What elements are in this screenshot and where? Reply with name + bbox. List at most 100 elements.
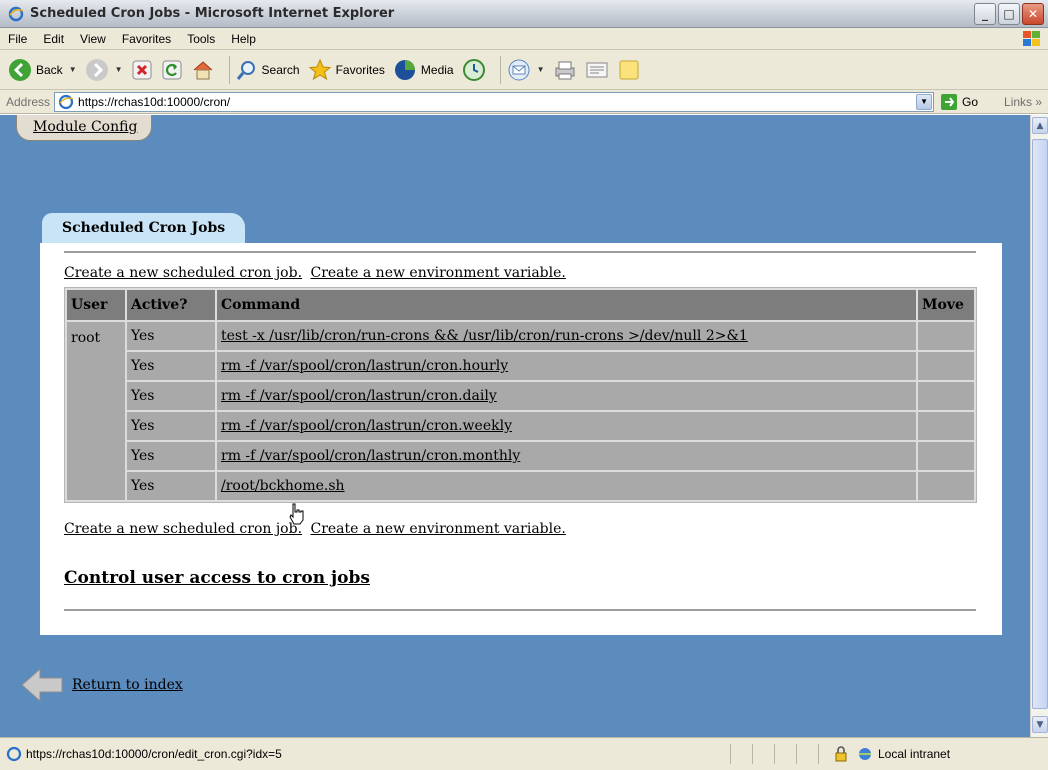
status-divider [818,744,819,764]
table-row: Yes rm -f /var/spool/cron/lastrun/cron.h… [67,352,974,380]
command-link[interactable]: rm -f /var/spool/cron/lastrun/cron.month… [221,448,520,464]
media-icon [394,59,415,80]
table-row: Yes /root/bckhome.sh [67,472,974,500]
back-button[interactable]: Back ▼ [8,58,77,82]
scroll-thumb[interactable] [1032,139,1048,709]
refresh-icon [162,60,182,79]
status-divider [796,744,797,764]
stop-button[interactable] [131,59,153,81]
menu-view[interactable]: View [72,32,114,46]
media-label: Media [420,62,454,77]
header-command: Command [217,290,916,320]
favorites-label: Favorites [335,62,385,77]
page-icon [58,94,74,109]
active-cell: Yes [127,352,215,380]
return-to-index[interactable]: Return to index [20,665,183,705]
security-zone: Local intranet [834,746,950,762]
go-arrow-icon [941,93,958,110]
command-link[interactable]: rm -f /var/spool/cron/lastrun/cron.weekl… [221,418,512,434]
chevron-down-icon[interactable]: ▼ [916,93,933,110]
command-cell: rm -f /var/spool/cron/lastrun/cron.weekl… [217,412,916,440]
scroll-down-icon[interactable]: ▼ [1032,716,1048,733]
go-button[interactable]: Go [940,93,978,111]
divider [64,251,976,253]
maximize-button[interactable]: □ [998,3,1020,25]
edit-button[interactable] [585,58,609,82]
table-row: Yes rm -f /var/spool/cron/lastrun/cron.d… [67,382,974,410]
forward-button[interactable]: ▼ [85,58,123,82]
header-active: Active? [127,290,215,320]
status-bar: https://rchas10d:10000/cron/edit_cron.cg… [0,737,1048,770]
search-icon [236,60,255,80]
create-env-var-link[interactable]: Create a new environment variable. [310,521,565,537]
home-icon [193,60,212,79]
links-label: Links [1004,94,1033,109]
home-button[interactable] [191,58,215,82]
toolbar-separator [228,55,230,84]
menu-bar: File Edit View Favorites Tools Help [0,28,1048,50]
move-cell [918,322,974,350]
lock-icon [835,746,847,762]
section-tab: Scheduled Cron Jobs [42,213,246,243]
command-cell: test -x /usr/lib/cron/run-crons && /usr/… [217,322,916,350]
address-bar: Address https://rchas10d:10000/cron/ ▼ G… [0,90,1048,114]
back-arrow-icon [9,58,31,81]
menu-file[interactable]: File [0,32,35,46]
mail-icon [508,59,530,80]
header-move: Move [918,290,974,320]
chevron-down-icon[interactable]: ▼ [69,65,77,74]
page-icon [6,746,22,762]
create-cron-job-link[interactable]: Create a new scheduled cron job. [64,521,302,537]
window-controls: _ □ ✕ [974,3,1044,25]
create-cron-job-link[interactable]: Create a new scheduled cron job. [64,265,302,281]
active-cell: Yes [127,412,215,440]
command-link[interactable]: rm -f /var/spool/cron/lastrun/cron.hourl… [221,358,508,374]
windows-logo-icon [1023,31,1040,46]
links-button[interactable]: Links » [1004,95,1042,109]
close-button[interactable]: ✕ [1022,3,1044,25]
table-row: Yes rm -f /var/spool/cron/lastrun/cron.m… [67,442,974,470]
return-link[interactable]: Return to index [72,677,183,693]
vertical-scrollbar[interactable]: ▲ ▼ [1030,115,1048,737]
active-cell: Yes [127,442,215,470]
scroll-up-icon[interactable]: ▲ [1032,117,1048,134]
media-button[interactable]: Media [393,58,454,82]
toolbar-separator [499,55,501,84]
menu-help[interactable]: Help [223,32,264,46]
address-url: https://rchas10d:10000/cron/ [78,94,231,109]
active-cell: Yes [127,382,215,410]
print-button[interactable] [553,58,577,82]
note-icon [619,60,639,79]
menu-favorites[interactable]: Favorites [114,32,179,46]
header-user: User [67,290,125,320]
module-config-link[interactable]: Module Config [16,115,153,141]
address-input[interactable]: https://rchas10d:10000/cron/ ▼ [54,91,935,112]
create-env-var-link[interactable]: Create a new environment variable. [310,265,565,281]
command-cell: /root/bckhome.sh [217,472,916,500]
command-link[interactable]: test -x /usr/lib/cron/run-crons && /usr/… [221,328,748,344]
status-divider [730,744,731,764]
status-divider [774,744,775,764]
history-button[interactable] [462,58,486,82]
star-icon [308,58,331,80]
command-link[interactable]: /root/bckhome.sh [221,478,345,494]
status-divider [752,744,753,764]
search-button[interactable]: Search [236,59,300,81]
mail-button[interactable]: ▼ [507,58,545,82]
command-link[interactable]: rm -f /var/spool/cron/lastrun/cron.daily [221,388,497,404]
chevron-down-icon[interactable]: ▼ [115,65,123,74]
move-cell [918,352,974,380]
top-links: Create a new scheduled cron job. Create … [64,265,570,281]
refresh-button[interactable] [161,59,183,81]
back-label: Back [36,62,63,77]
minimize-button[interactable]: _ [974,3,996,25]
discuss-button[interactable] [617,58,641,82]
menu-tools[interactable]: Tools [179,32,223,46]
chevron-down-icon[interactable]: ▼ [537,65,545,74]
table-row: root Yes test -x /usr/lib/cron/run-crons… [67,322,974,500]
window-title: Scheduled Cron Jobs - Microsoft Internet… [30,6,395,21]
control-access-link[interactable]: Control user access to cron jobs [64,568,370,588]
favorites-button[interactable]: Favorites [308,58,385,82]
menu-edit[interactable]: Edit [35,32,72,46]
status-text: https://rchas10d:10000/cron/edit_cron.cg… [26,747,282,761]
